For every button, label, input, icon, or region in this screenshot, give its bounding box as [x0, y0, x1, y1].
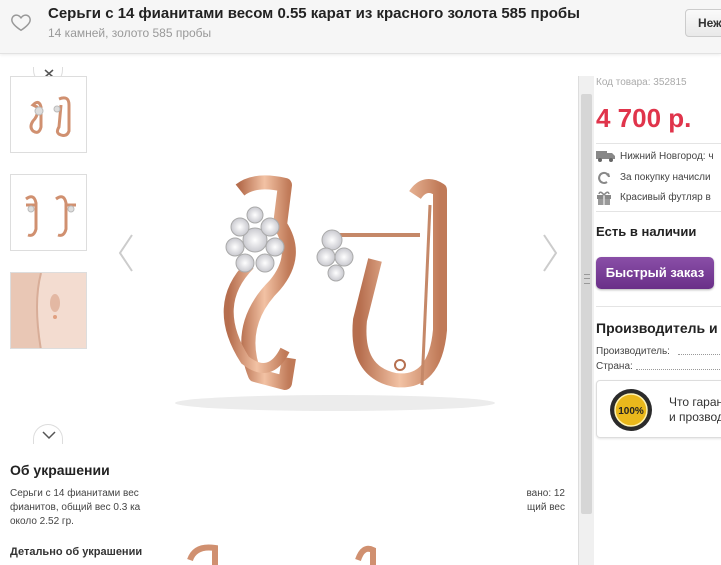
gift-icon: [597, 191, 611, 205]
thumbnail-2[interactable]: [10, 174, 87, 251]
manufacturer-row: Производитель:: [596, 346, 721, 357]
earrings-thumbnail-image: [25, 195, 76, 237]
product-title: Серьги с 14 фианитами весом 0.55 карат и…: [48, 5, 580, 22]
header-button[interactable]: Неж: [685, 9, 721, 37]
stock-status: Есть в наличии: [596, 224, 697, 239]
divider: [596, 143, 721, 144]
about-section-title: Об украшении: [10, 462, 110, 478]
side-gem-cluster: [316, 229, 354, 282]
refresh-icon: [598, 171, 610, 184]
delivery-text: Нижний Новгород: ч: [620, 151, 714, 162]
product-main-image[interactable]: [100, 165, 570, 420]
vertical-scrollbar[interactable]: [578, 76, 594, 565]
manufacturer-label: Производитель:: [596, 346, 670, 357]
product-header: Серьги с 14 фианитами весом 0.55 карат и…: [0, 0, 721, 54]
guarantee-box[interactable]: 100% Что гаран и прозвод: [596, 380, 721, 438]
divider: [596, 211, 721, 212]
country-label: Страна:: [596, 361, 633, 372]
quick-order-button[interactable]: Быстрый заказ: [596, 257, 714, 289]
earrings-thumbnail-image: [29, 96, 71, 137]
country-row: Страна:: [596, 361, 721, 372]
thumbnails-down-button[interactable]: [33, 424, 63, 444]
guarantee-seal-icon: 100%: [610, 389, 652, 431]
dotted-leader: [678, 354, 721, 355]
maker-section-title: Производитель и: [596, 320, 718, 336]
thumbnail-1[interactable]: [10, 76, 87, 153]
bonus-text: За покупку начисли: [620, 172, 711, 183]
dotted-leader: [636, 369, 721, 370]
chevron-down-icon: [42, 431, 56, 440]
scrollbar-thumb[interactable]: [581, 94, 592, 514]
seal-text: 100%: [618, 406, 644, 417]
guarantee-text: Что гаран и прозвод: [669, 395, 721, 425]
detail-section-title: Детально об украшении: [10, 546, 143, 558]
product-code: Код товара: 352815: [596, 77, 687, 88]
truck-icon: [596, 151, 615, 162]
detail-images-preview: [187, 544, 376, 565]
heart-icon[interactable]: [10, 11, 32, 33]
gift-text: Красивый футляр в: [620, 192, 711, 203]
thumbnail-3[interactable]: [10, 272, 87, 349]
product-subtitle: 14 камней, золото 585 пробы: [48, 26, 212, 40]
about-description: Серьги с 14 фианитами вес фианитов, общи…: [10, 488, 141, 527]
guarantee-line-1: Что гаран: [669, 395, 721, 409]
about-description-right: вано: 12 щий вес: [526, 488, 565, 513]
guarantee-line-2: и прозвод: [669, 410, 721, 424]
grip-icon: [584, 274, 590, 284]
divider: [596, 306, 721, 307]
model-thumbnail-image: [11, 273, 86, 348]
product-price: 4 700 р.: [596, 103, 692, 133]
